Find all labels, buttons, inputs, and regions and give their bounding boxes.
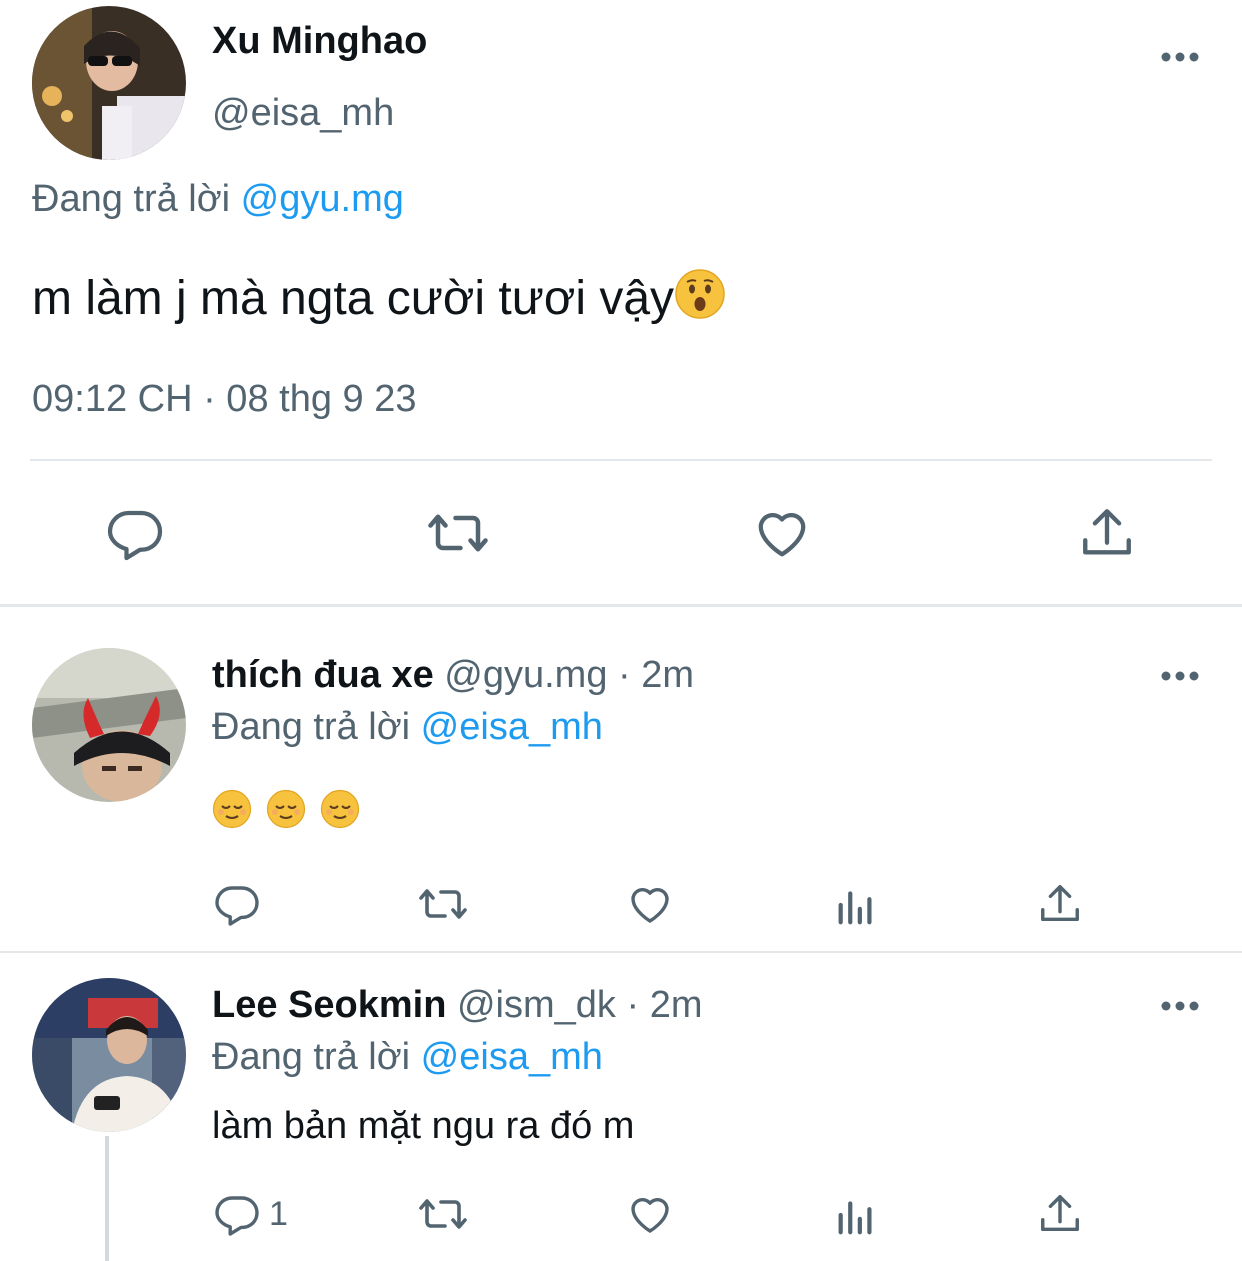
replying-to-handle[interactable]: @eisa_mh bbox=[421, 1036, 603, 1078]
retweet-button[interactable] bbox=[425, 503, 491, 563]
reply-header: thích đua xe @gyu.mg · 2m bbox=[212, 654, 694, 697]
views-button[interactable] bbox=[833, 882, 879, 928]
divider bbox=[30, 459, 1212, 461]
reply-button[interactable] bbox=[105, 503, 165, 563]
reply-time[interactable]: · 2m bbox=[627, 984, 703, 1026]
replying-to-label: Đang trả lời bbox=[32, 178, 231, 220]
relieved-face-emoji bbox=[320, 789, 360, 829]
views-button[interactable] bbox=[833, 1192, 879, 1238]
more-icon[interactable] bbox=[1160, 996, 1200, 1016]
share-button[interactable] bbox=[1037, 1190, 1083, 1238]
hushed-face-emoji bbox=[674, 268, 726, 320]
divider bbox=[0, 604, 1242, 607]
reply-icon bbox=[107, 510, 163, 561]
views-icon bbox=[838, 891, 872, 925]
more-icon[interactable] bbox=[1160, 47, 1200, 67]
reply-icon bbox=[215, 1196, 259, 1236]
like-button[interactable] bbox=[626, 1190, 674, 1238]
tweet-timestamp[interactable]: 09:12 CH · 08 thg 9 23 bbox=[32, 378, 416, 421]
heart-icon bbox=[631, 1198, 669, 1233]
divider bbox=[0, 951, 1242, 953]
share-icon bbox=[1041, 885, 1079, 922]
more-icon[interactable] bbox=[1160, 666, 1200, 686]
avatar-ism-dk[interactable] bbox=[32, 978, 186, 1132]
heart-icon bbox=[758, 513, 806, 557]
retweet-icon bbox=[428, 514, 488, 552]
replying-to-handle[interactable]: @gyu.mg bbox=[241, 178, 404, 220]
author-display-name[interactable]: Xu Minghao bbox=[212, 20, 427, 63]
reply-text: làm bản mặt ngu ra đó m bbox=[212, 1105, 635, 1147]
reply-time[interactable]: · 2m bbox=[618, 654, 694, 696]
replying-to-handle[interactable]: @eisa_mh bbox=[421, 706, 603, 748]
reply-button[interactable] bbox=[213, 880, 269, 928]
thread-line bbox=[105, 1136, 109, 1261]
tweet-text: m làm j mà ngta cười tươi vậy bbox=[32, 268, 726, 326]
share-icon bbox=[1041, 1195, 1079, 1232]
replying-to-label: Đang trả lời bbox=[212, 1036, 411, 1078]
relieved-face-emoji bbox=[212, 789, 252, 829]
reply-button[interactable]: 1 bbox=[213, 1190, 288, 1238]
retweet-button[interactable] bbox=[416, 880, 470, 928]
avatar-gyu-mg[interactable] bbox=[32, 648, 186, 802]
reply-display-name[interactable]: thích đua xe bbox=[212, 654, 434, 696]
heart-icon bbox=[631, 888, 669, 923]
views-icon bbox=[838, 1201, 872, 1235]
retweet-icon bbox=[419, 1199, 467, 1229]
reply-icon bbox=[215, 886, 259, 926]
like-button[interactable] bbox=[752, 503, 812, 563]
like-button[interactable] bbox=[626, 880, 674, 928]
reply-emojis bbox=[212, 789, 360, 829]
reply-count: 1 bbox=[269, 1194, 288, 1233]
reply-handle[interactable]: @gyu.mg bbox=[444, 654, 607, 696]
author-handle[interactable]: @eisa_mh bbox=[212, 92, 394, 135]
replying-to: Đang trả lời @eisa_mh bbox=[212, 1036, 603, 1079]
replying-to: Đang trả lời @gyu.mg bbox=[32, 178, 404, 221]
relieved-face-emoji bbox=[266, 789, 306, 829]
tweet-text-body: m làm j mà ngta cười tươi vậy bbox=[32, 272, 675, 325]
retweet-icon bbox=[419, 889, 467, 919]
share-button[interactable] bbox=[1078, 503, 1136, 563]
share-button[interactable] bbox=[1037, 880, 1083, 928]
avatar-xu-minghao[interactable] bbox=[32, 6, 186, 160]
retweet-button[interactable] bbox=[416, 1190, 470, 1238]
reply-display-name[interactable]: Lee Seokmin bbox=[212, 984, 446, 1026]
replying-to-label: Đang trả lời bbox=[212, 706, 411, 748]
reply-handle[interactable]: @ism_dk bbox=[457, 984, 616, 1026]
share-icon bbox=[1083, 509, 1131, 555]
reply-header: Lee Seokmin @ism_dk · 2m bbox=[212, 984, 703, 1027]
replying-to: Đang trả lời @eisa_mh bbox=[212, 706, 603, 749]
